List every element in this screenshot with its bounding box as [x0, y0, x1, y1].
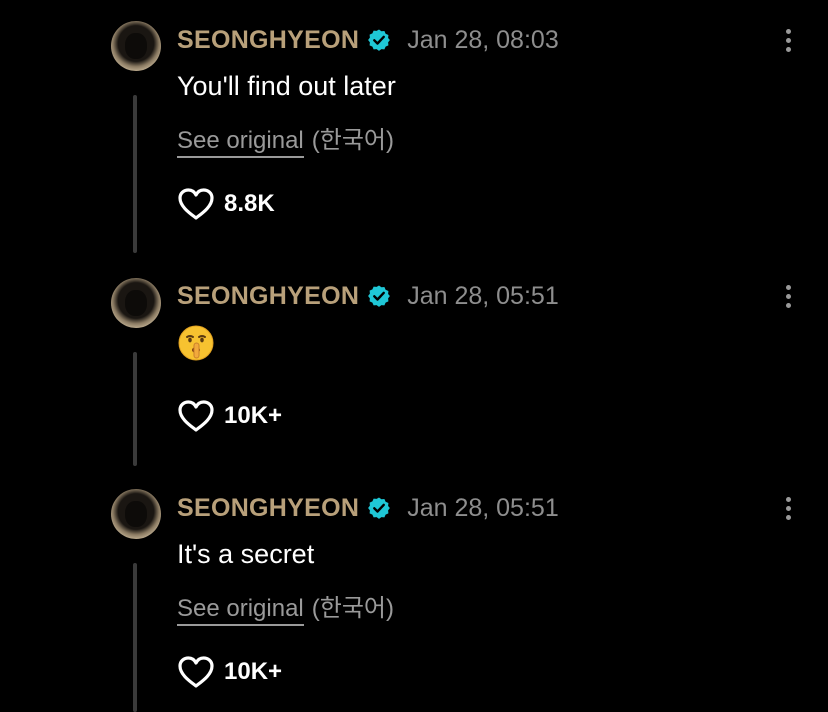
- more-options-icon[interactable]: [780, 493, 796, 523]
- thread-line: [133, 563, 137, 712]
- comment-text: It's a secret: [177, 539, 315, 569]
- verified-badge-icon: [368, 497, 391, 519]
- username[interactable]: SEONGHYEON: [177, 494, 359, 523]
- avatar[interactable]: [111, 489, 161, 539]
- timestamp: Jan 28, 05:51: [407, 493, 559, 522]
- see-original-link[interactable]: See original: [177, 595, 304, 626]
- original-language: (한국어): [311, 595, 394, 622]
- comment-post: SEONGHYEON Jan 28, 05:51 It's a secret S…: [0, 0, 828, 712]
- heart-icon[interactable]: [177, 655, 215, 689]
- like-count: 10K+: [224, 658, 283, 685]
- post-header: SEONGHYEON Jan 28, 05:51: [177, 493, 559, 523]
- like-row: 10K+: [177, 654, 282, 690]
- translation-row: See original (한국어): [177, 588, 394, 626]
